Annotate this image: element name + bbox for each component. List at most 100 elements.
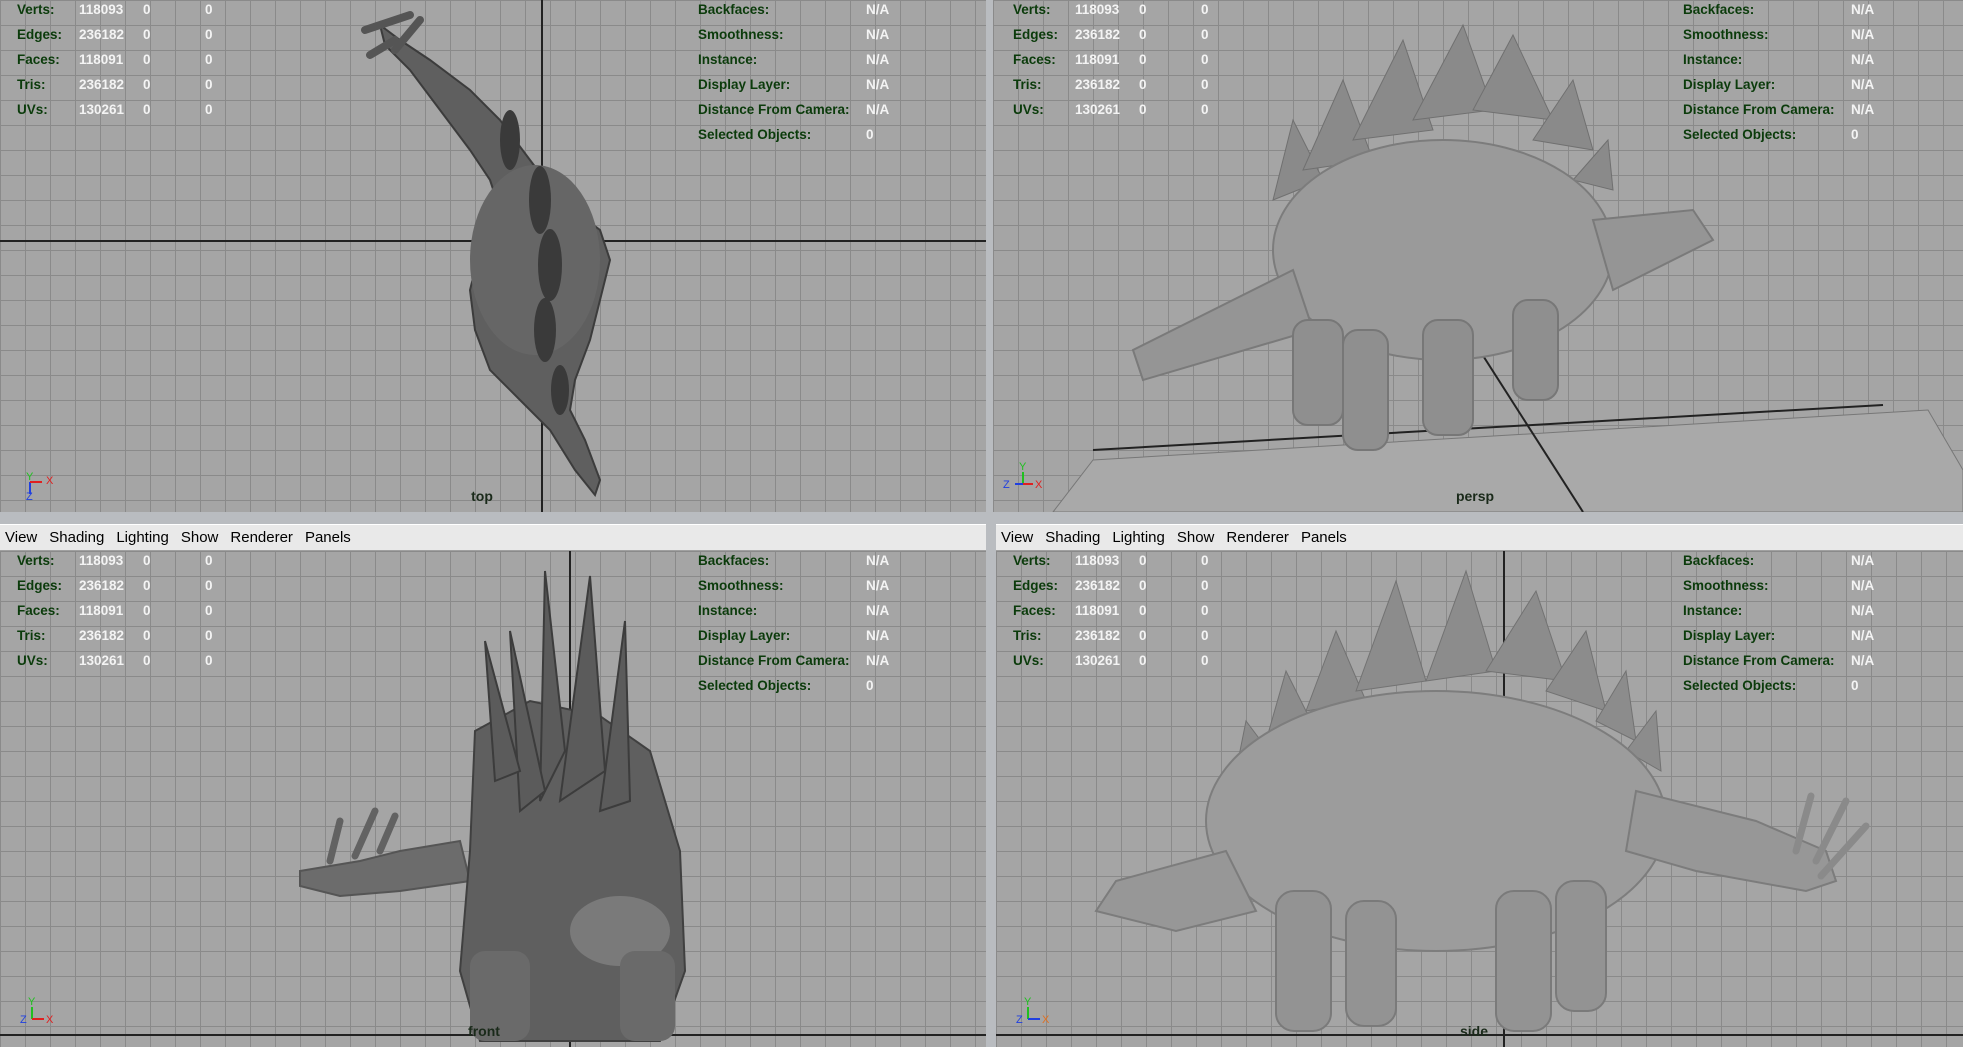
menu-shading[interactable]: Shading <box>1045 529 1100 546</box>
hud-stat-label: Faces: <box>1013 52 1056 67</box>
hud-stat-row: Faces: 118091 0 0 <box>17 598 245 623</box>
viewport-panel-front[interactable]: View Shading Lighting Show Renderer Panels Ve… <box>0 524 986 1047</box>
hud-info-row: Backfaces: N/A <box>1683 0 1874 22</box>
hud-info-label: Smoothness: <box>1683 27 1769 42</box>
hud-stat-v2: 0 <box>1139 52 1147 67</box>
hud-stat-row: Verts: 118093 0 0 <box>1013 0 1241 22</box>
svg-text:Y: Y <box>26 471 34 483</box>
hud-stat-label: Edges: <box>1013 27 1059 42</box>
hud-stat-v3: 0 <box>1201 653 1209 668</box>
hud-stat-v1: 118093 <box>79 2 124 17</box>
menu-lighting[interactable]: Lighting <box>1112 529 1165 546</box>
viewport-side[interactable]: Verts: 118093 0 0 Edges: 236182 0 0 Faces: 118091… <box>996 551 1963 1047</box>
hud-object-info: Backfaces: N/A Smoothness: N/A Instance: N/A D… <box>1683 551 1874 698</box>
hud-info-label: Smoothness: <box>1683 578 1769 593</box>
hud-stat-row: Verts: 118093 0 0 <box>17 0 245 22</box>
menu-panels[interactable]: Panels <box>1301 529 1347 546</box>
svg-text:Z: Z <box>1003 479 1010 491</box>
hud-info-row: Selected Objects: 0 <box>698 122 889 147</box>
hud-info-row: Selected Objects: 0 <box>1683 122 1874 147</box>
viewport-panel-side[interactable]: View Shading Lighting Show Renderer Panels <box>996 524 1963 1047</box>
hud-info-row: Distance From Camera: N/A <box>1683 648 1874 673</box>
axis-gizmo-icon: Y X Z <box>1016 997 1050 1026</box>
hud-info-label: Selected Objects: <box>1683 127 1797 142</box>
hud-stat-v1: 130261 <box>1075 102 1121 117</box>
hud-info-row: Smoothness: N/A <box>1683 22 1874 47</box>
hud-info-value: N/A <box>866 77 890 92</box>
menu-show[interactable]: Show <box>1177 529 1215 546</box>
svg-text:X: X <box>46 1014 54 1026</box>
hud-stat-row: Tris: 236182 0 0 <box>1013 72 1241 97</box>
viewport-panel-top[interactable]: Verts: 118093 0 0 Edges: 236182 0 0 Faces: 118091… <box>0 0 986 512</box>
hud-info-label: Display Layer: <box>1683 77 1776 92</box>
menu-view[interactable]: View <box>5 529 37 546</box>
axis-gizmo-icon: Y X Z <box>20 997 54 1026</box>
hud-object-info: Backfaces: N/A Smoothness: N/A Instance: N/A D… <box>1683 0 1874 147</box>
hud-stat-v1: 130261 <box>79 102 125 117</box>
hud-stat-v3: 0 <box>205 578 213 593</box>
hud-stat-label: Verts: <box>1013 2 1051 17</box>
hud-stat-v3: 0 <box>1201 102 1209 117</box>
menu-view[interactable]: View <box>1001 529 1033 546</box>
viewport-panel-persp[interactable]: Verts: 118093 0 0 Edges: 236182 0 0 Faces: 118091… <box>993 0 1963 512</box>
hud-stat-v3: 0 <box>205 2 213 17</box>
hud-info-label: Display Layer: <box>1683 628 1776 643</box>
hud-stat-v2: 0 <box>143 2 151 17</box>
menu-renderer[interactable]: Renderer <box>1226 529 1289 546</box>
hud-stat-label: Tris: <box>17 77 46 92</box>
hud-stat-v1: 236182 <box>1075 77 1121 92</box>
hud-stat-label: Faces: <box>1013 603 1056 618</box>
hud-stat-v1: 118091 <box>1075 603 1120 618</box>
hud-stat-v3: 0 <box>205 52 213 67</box>
hud-info-label: Backfaces: <box>1683 2 1755 17</box>
menu-show[interactable]: Show <box>181 529 219 546</box>
hud-info-row: Display Layer: N/A <box>1683 72 1874 97</box>
hud-info-row: Smoothness: N/A <box>1683 573 1874 598</box>
viewport-persp[interactable]: Verts: 118093 0 0 Edges: 236182 0 0 Faces: 118091… <box>993 0 1963 512</box>
menu-lighting[interactable]: Lighting <box>116 529 169 546</box>
hud-stat-v1: 236182 <box>1075 27 1121 42</box>
svg-text:Y: Y <box>28 997 36 1008</box>
hud-info-row: Display Layer: N/A <box>698 623 889 648</box>
hud-stat-v3: 0 <box>205 553 213 568</box>
hud-stat-row: Verts: 118093 0 0 <box>17 551 245 573</box>
svg-text:X: X <box>1035 479 1043 491</box>
hud-stat-v3: 0 <box>205 102 213 117</box>
hud-stat-v2: 0 <box>1139 603 1147 618</box>
svg-text:Z: Z <box>20 1014 27 1026</box>
hud-stat-v1: 118093 <box>1075 2 1120 17</box>
camera-label-side: side <box>1459 1023 1489 1039</box>
hud-stat-label: Verts: <box>17 2 55 17</box>
hud-stat-v1: 236182 <box>1075 628 1121 643</box>
menu-renderer[interactable]: Renderer <box>230 529 293 546</box>
hud-info-value: N/A <box>866 628 890 643</box>
hud-stat-v2: 0 <box>1139 628 1147 643</box>
svg-text:Y: Y <box>1024 997 1032 1008</box>
hud-info-value: N/A <box>1851 603 1875 618</box>
hud-stat-v2: 0 <box>1139 578 1147 593</box>
viewport-front[interactable]: Verts: 118093 0 0 Edges: 236182 0 0 Faces: 118091… <box>0 551 986 1047</box>
hud-info-value: 0 <box>866 127 874 142</box>
hud-stat-v2: 0 <box>143 52 151 67</box>
svg-text:X: X <box>46 475 54 487</box>
hud-stat-v2: 0 <box>1139 2 1147 17</box>
hud-stat-row: Tris: 236182 0 0 <box>1013 623 1241 648</box>
hud-stat-label: Faces: <box>17 52 60 67</box>
hud-info-label: Instance: <box>1683 52 1743 67</box>
hud-stat-v1: 236182 <box>79 628 125 643</box>
menu-panels[interactable]: Panels <box>305 529 351 546</box>
hud-stat-row: UVs: 130261 0 0 <box>17 648 245 673</box>
hud-info-row: Distance From Camera: N/A <box>1683 97 1874 122</box>
hud-stat-label: Edges: <box>17 27 63 42</box>
viewport-top[interactable]: Verts: 118093 0 0 Edges: 236182 0 0 Faces: 118091… <box>0 0 986 512</box>
menu-shading[interactable]: Shading <box>49 529 104 546</box>
hud-stat-v1: 236182 <box>1075 578 1121 593</box>
panel-menu-bar: View Shading Lighting Show Renderer Panels <box>996 524 1963 551</box>
hud-stat-v3: 0 <box>1201 27 1209 42</box>
hud-info-value: N/A <box>1851 628 1875 643</box>
hud-info-value: N/A <box>1851 77 1875 92</box>
axis-gizmo-icon: Y X Z <box>1003 462 1043 491</box>
hud-info-row: Selected Objects: 0 <box>1683 673 1874 698</box>
axis-gizmo-icon: Y X Z <box>26 471 54 502</box>
hud-info-value: N/A <box>866 578 890 593</box>
